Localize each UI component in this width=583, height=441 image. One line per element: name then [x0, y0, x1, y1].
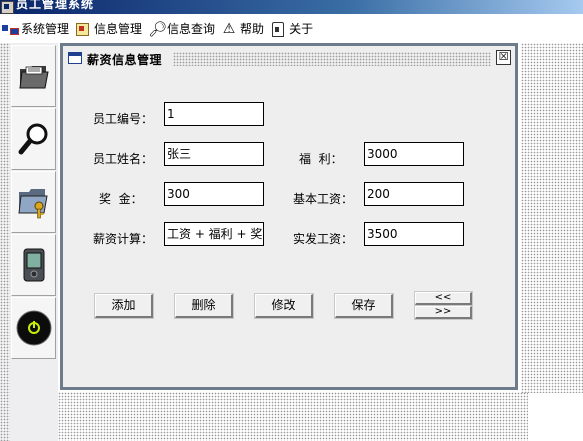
window-title-bar: 员工管理系统 [0, 0, 583, 14]
menu-info-query[interactable]: 🔎︎ 信息查询 [146, 18, 219, 40]
search-icon: 🔎︎ [148, 19, 168, 38]
next-record-button[interactable]: >> [415, 306, 472, 319]
bottom-background [58, 392, 528, 441]
save-button[interactable]: 保存 [335, 294, 393, 318]
net-pay-label: 实发工资： [293, 232, 354, 246]
emp-id-field[interactable]: 1 [164, 102, 264, 126]
bonus-label: 奖 金： [99, 192, 143, 206]
formula-field[interactable]: 工资 + 福利 + 奖金 [164, 222, 264, 246]
bonus-field[interactable]: 300 [164, 182, 264, 206]
pda-icon [23, 248, 44, 282]
menu-about[interactable]: 关于 [268, 18, 317, 40]
power-icon [16, 310, 51, 346]
formula-label: 薪资计算： [93, 232, 154, 246]
side-button-power[interactable] [11, 297, 56, 359]
menu-bar: 系统管理 信息管理 🔎︎ 信息查询 ⚠ 帮助 关于 [0, 14, 583, 43]
salary-dialog: 薪资信息管理 ☒ 员工编号： 1 员工姓名： 张三 福 利： 3000 奖 金：… [60, 43, 518, 390]
dialog-title: 薪资信息管理 [87, 53, 163, 67]
welfare-label: 福 利： [299, 152, 343, 166]
menu-system[interactable]: 系统管理 [0, 18, 73, 40]
folder-key-icon [17, 189, 48, 219]
right-background [521, 43, 583, 393]
base-pay-label: 基本工资： [293, 192, 354, 206]
info-icon [75, 21, 91, 37]
menu-info-manage-label: 信息管理 [94, 22, 143, 36]
add-button[interactable]: 添加 [95, 294, 153, 318]
about-icon [270, 21, 286, 37]
magnifier-icon [18, 123, 47, 155]
window-title: 员工管理系统 [16, 0, 95, 11]
help-icon: ⚠ [222, 20, 236, 37]
title-bar-texture [173, 52, 491, 66]
window-icon [68, 52, 82, 64]
side-toolbar [10, 43, 58, 441]
folder-icon [18, 66, 49, 89]
welfare-field[interactable]: 3000 [364, 142, 464, 166]
side-button-folder[interactable] [11, 45, 56, 107]
menu-info-query-label: 信息查询 [167, 22, 216, 36]
menu-about-label: 关于 [289, 22, 314, 36]
emp-name-field[interactable]: 张三 [164, 142, 264, 166]
side-button-search[interactable] [11, 108, 56, 170]
side-button-folder-key[interactable] [11, 171, 56, 233]
emp-id-label: 员工编号： [93, 112, 154, 126]
menu-system-label: 系统管理 [21, 22, 70, 36]
system-icon [2, 21, 19, 37]
net-pay-field[interactable]: 3500 [364, 222, 464, 246]
delete-button[interactable]: 删除 [175, 294, 233, 318]
close-icon[interactable]: ☒ [496, 50, 511, 65]
menu-help-label: 帮助 [240, 22, 265, 36]
app-icon [1, 1, 14, 14]
modify-button[interactable]: 修改 [255, 294, 313, 318]
prev-record-button[interactable]: << [415, 292, 472, 305]
base-pay-field[interactable]: 200 [364, 182, 464, 206]
dialog-title-bar[interactable]: 薪资信息管理 ☒ [63, 46, 515, 72]
left-background [0, 43, 10, 441]
emp-name-label: 员工姓名： [93, 152, 154, 166]
menu-info-manage[interactable]: 信息管理 [73, 18, 146, 40]
menu-help[interactable]: ⚠ 帮助 [219, 18, 268, 40]
side-button-device[interactable] [11, 234, 56, 296]
